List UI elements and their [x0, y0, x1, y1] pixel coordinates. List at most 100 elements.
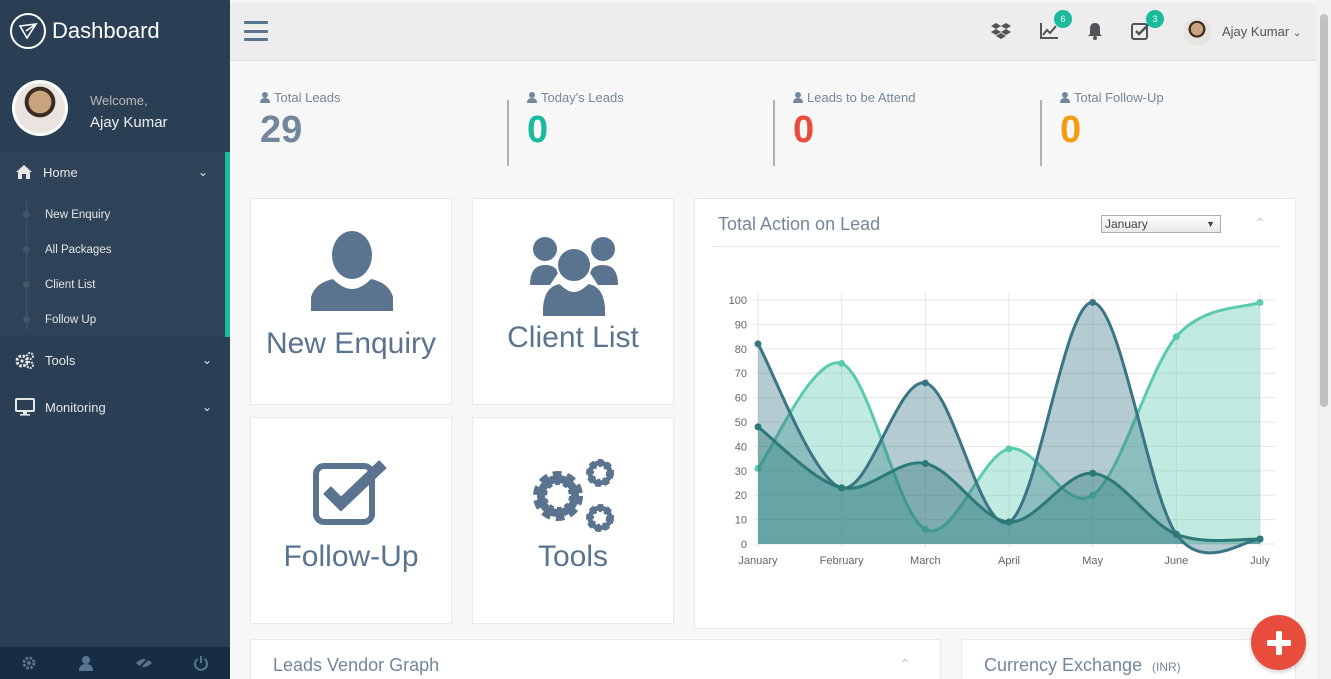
chevron-down-icon: ⌄ [197, 165, 208, 179]
y-tick-label: 80 [735, 344, 747, 356]
sidebar-subitem-label: All Packages [45, 243, 112, 256]
scrollbar[interactable] [1317, 0, 1331, 679]
menu-toggle-icon[interactable] [244, 21, 268, 41]
user-icon [311, 231, 393, 311]
welcome-text: Welcome, [90, 93, 148, 108]
data-point [1005, 445, 1013, 453]
sidebar-subitem-label: Client List [45, 278, 96, 291]
sidebar-item-monitoring[interactable]: Monitoring ⌄ [0, 387, 230, 427]
data-point [1172, 333, 1180, 341]
y-tick-label: 60 [735, 393, 747, 405]
chevron-up-icon[interactable]: ⌃ [899, 656, 911, 673]
chart-badge: 6 [1054, 10, 1072, 28]
data-point [754, 340, 762, 348]
sidebar-item-label: Monitoring [45, 399, 106, 415]
data-point [1256, 535, 1264, 543]
stat-value: 0 [793, 109, 815, 151]
sidebar-subitem-all-packages[interactable]: All Packages [0, 232, 225, 267]
divider [773, 100, 775, 166]
stat-label: Today's Leads [541, 90, 624, 105]
eye-slash-icon[interactable] [115, 647, 173, 679]
user-menu[interactable]: Ajay Kumar ⌄ [1222, 24, 1301, 39]
user-icon [1060, 92, 1070, 103]
avatar [12, 80, 68, 136]
chevron-down-icon: ⌄ [201, 400, 212, 414]
sidebar-subitem-follow-up[interactable]: Follow Up [0, 302, 225, 337]
divider [1040, 100, 1042, 166]
tile-label: Tools [537, 540, 609, 573]
profile: Welcome, Ajay Kumar [0, 70, 230, 150]
user-avatar[interactable] [1183, 18, 1211, 46]
tile-client-list[interactable]: Client List [472, 198, 674, 405]
user-icon [793, 92, 803, 103]
data-point [838, 484, 846, 492]
stat-label: Leads to be Attend [807, 90, 916, 105]
x-tick-label: June [1164, 555, 1188, 567]
tile-new-enquiry[interactable]: New Enquiry [250, 198, 452, 405]
x-tick-label: April [998, 555, 1020, 567]
user-icon[interactable] [58, 647, 116, 679]
paper-plane-icon [10, 13, 46, 49]
chevron-down-icon: ⌄ [201, 353, 212, 367]
home-icon [16, 165, 32, 179]
power-icon[interactable] [173, 647, 231, 679]
settings-icon[interactable] [0, 647, 58, 679]
x-tick-label: July [1250, 555, 1270, 567]
data-point [754, 423, 762, 431]
data-point [1005, 518, 1013, 526]
gears-icon [533, 459, 614, 532]
y-tick-label: 30 [735, 466, 747, 478]
sidebar-item-label: Home [43, 164, 78, 180]
panel-title: Currency Exchange [984, 655, 1143, 675]
x-tick-label: January [738, 555, 778, 567]
stat-value: 0 [527, 109, 549, 151]
tile-follow-up[interactable]: Follow-Up [250, 417, 452, 624]
add-button[interactable] [1251, 615, 1306, 670]
user-icon [260, 92, 270, 103]
chart-icon[interactable]: 6 [1038, 10, 1072, 42]
check-square-icon [313, 460, 387, 525]
x-tick-label: February [820, 555, 865, 567]
sidebar-item-label: Tools [45, 352, 76, 368]
tile-label: Follow-Up [283, 540, 419, 573]
stat-value: 0 [1060, 109, 1082, 151]
y-tick-label: 50 [735, 417, 747, 429]
sidebar-subitem-client-list[interactable]: Client List [0, 267, 225, 302]
tasks-icon[interactable]: 3 [1130, 10, 1164, 42]
currency-unit: (INR) [1152, 660, 1181, 674]
stat-todays-leads: Today's Leads 0 [527, 90, 624, 168]
dropbox-icon[interactable] [990, 20, 1012, 42]
y-tick-label: 10 [735, 515, 747, 527]
bell-icon[interactable] [1084, 20, 1106, 42]
data-point [1089, 298, 1097, 306]
user-name: Ajay Kumar [1222, 24, 1290, 39]
bullet-icon [23, 246, 30, 253]
desktop-icon [15, 398, 35, 416]
sidebar: Dashboard Welcome, Ajay Kumar Home ⌄ New… [0, 0, 230, 679]
plus-icon [1266, 630, 1291, 655]
bullet-icon [23, 316, 30, 323]
sidebar-item-tools[interactable]: Tools ⌄ [0, 340, 230, 380]
data-point [921, 459, 929, 467]
brand[interactable]: Dashboard [0, 0, 230, 62]
y-tick-label: 20 [735, 490, 747, 502]
data-point [1089, 469, 1097, 477]
lead-chart-panel: Total Action on Lead January ▼ ⌃ 0 10 20 30… [694, 198, 1296, 629]
sidebar-subitem-new-enquiry[interactable]: New Enquiry [0, 197, 225, 232]
stat-label: Total Follow-Up [1074, 90, 1164, 105]
x-tick-label: May [1082, 555, 1103, 567]
sidebar-item-home[interactable]: Home ⌄ [0, 152, 230, 192]
y-tick-label: 40 [735, 441, 747, 453]
vendor-graph-panel: Leads Vendor Graph ⌃ [250, 639, 941, 679]
currency-exchange-panel: Currency Exchange (INR) [961, 639, 1296, 679]
stat-leads-to-attend: Leads to be Attend 0 [793, 90, 915, 168]
y-tick-label: 0 [741, 539, 747, 551]
data-point [921, 379, 929, 387]
tile-tools[interactable]: Tools [472, 417, 674, 624]
stat-value: 29 [260, 109, 303, 151]
bullet-icon [23, 211, 30, 218]
gears-icon [15, 352, 34, 369]
lead-chart: 0 10 20 30 40 50 60 70 80 90 100 January February Mar… [729, 292, 1275, 567]
users-icon [530, 237, 618, 317]
y-tick-label: 90 [735, 319, 747, 331]
